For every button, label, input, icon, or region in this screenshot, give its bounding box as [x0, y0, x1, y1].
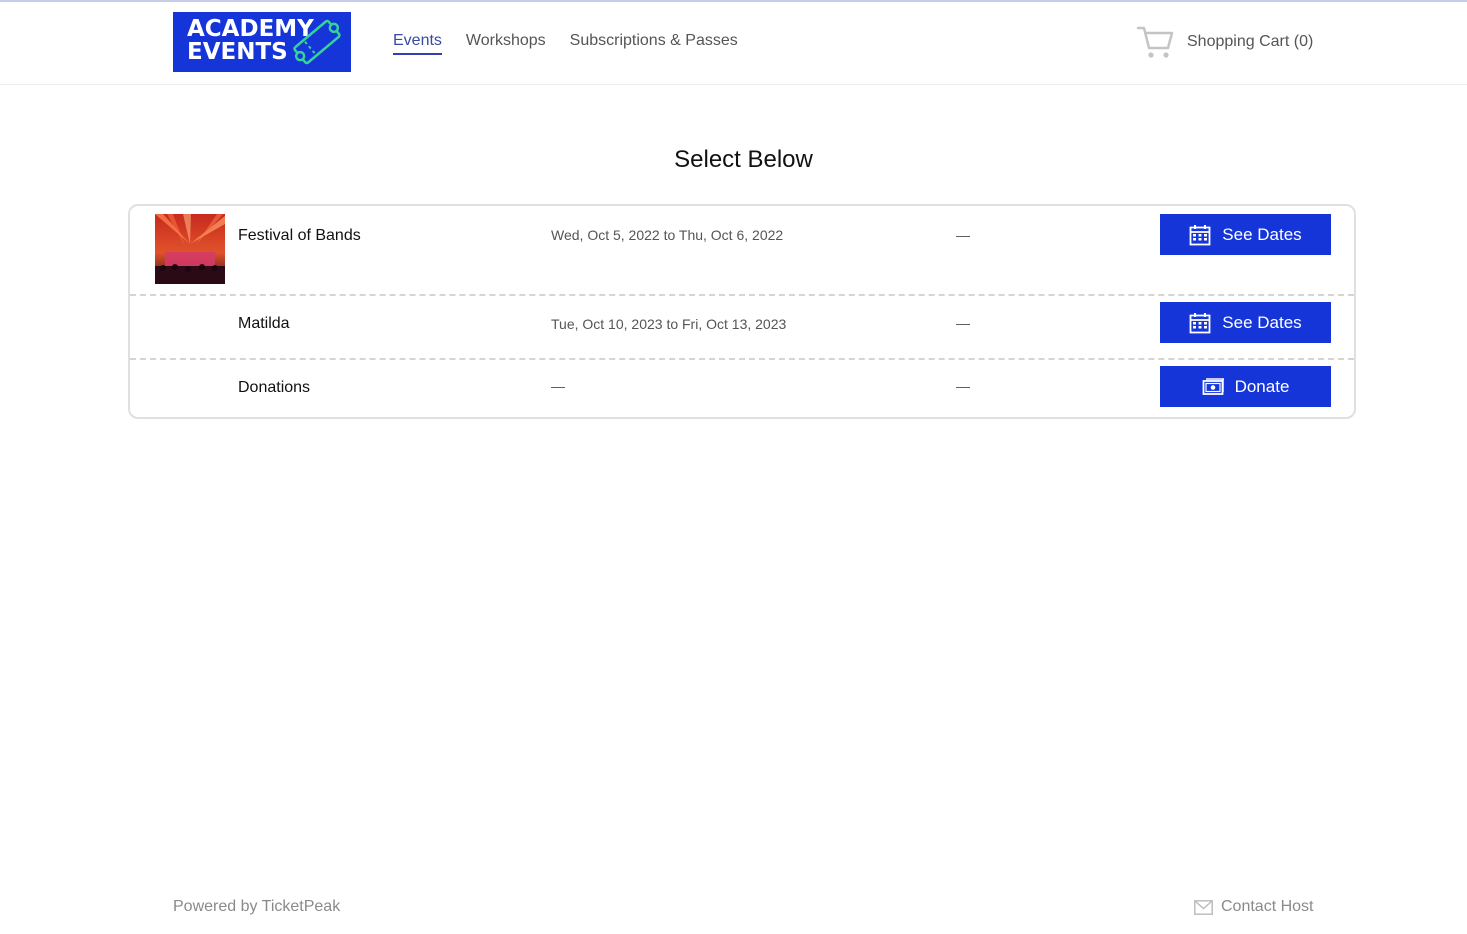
powered-by-link[interactable]: Powered by TicketPeak	[173, 898, 340, 916]
event-extra: —	[956, 378, 970, 394]
event-name[interactable]: Festival of Bands	[238, 227, 361, 245]
event-list: Festival of Bands Wed, Oct 5, 2022 to Th…	[128, 204, 1356, 419]
see-dates-label: See Dates	[1222, 312, 1302, 332]
event-extra: —	[956, 227, 970, 243]
donate-button[interactable]: Donate	[1160, 366, 1331, 407]
event-extra: —	[956, 315, 970, 331]
list-item: Matilda Tue, Oct 10, 2023 to Fri, Oct 13…	[130, 294, 1354, 360]
contact-host-link[interactable]: Contact Host	[1194, 898, 1313, 916]
event-dates: Tue, Oct 10, 2023 to Fri, Oct 13, 2023	[551, 316, 787, 332]
page-title: Select Below	[674, 146, 813, 173]
see-dates-button[interactable]: See Dates	[1160, 302, 1331, 343]
shopping-cart-icon	[1136, 26, 1174, 58]
donate-label: Donate	[1234, 376, 1290, 396]
event-name[interactable]: Matilda	[238, 315, 290, 333]
mail-icon	[1194, 899, 1213, 915]
nav-subscriptions-passes[interactable]: Subscriptions & Passes	[570, 32, 738, 55]
event-name[interactable]: Donations	[238, 379, 310, 397]
see-dates-button[interactable]: See Dates	[1160, 214, 1331, 255]
shopping-cart-link[interactable]: Shopping Cart (0)	[1136, 24, 1313, 60]
calendar-icon	[1189, 312, 1211, 333]
calendar-icon	[1189, 224, 1211, 245]
see-dates-label: See Dates	[1222, 224, 1302, 244]
festival-thumbnail[interactable]	[155, 214, 225, 284]
nav-events[interactable]: Events	[393, 32, 442, 55]
money-icon	[1202, 377, 1224, 395]
contact-host-label: Contact Host	[1221, 898, 1314, 915]
list-item: Festival of Bands Wed, Oct 5, 2022 to Th…	[130, 206, 1354, 296]
list-item: Donations — — Donate	[130, 358, 1354, 419]
event-dates: —	[551, 378, 565, 394]
concert-image	[155, 214, 225, 284]
main-nav: Events Workshops Subscriptions & Passes	[393, 32, 738, 55]
ticket-icon	[293, 19, 341, 65]
shopping-cart-label: Shopping Cart (0)	[1187, 33, 1314, 50]
event-dates: Wed, Oct 5, 2022 to Thu, Oct 6, 2022	[551, 227, 784, 243]
site-header: ACADEMY EVENTS Events Workshops Subscrip…	[0, 2, 1467, 85]
academy-events-logo[interactable]: ACADEMY EVENTS	[173, 12, 351, 72]
nav-workshops[interactable]: Workshops	[466, 32, 546, 55]
